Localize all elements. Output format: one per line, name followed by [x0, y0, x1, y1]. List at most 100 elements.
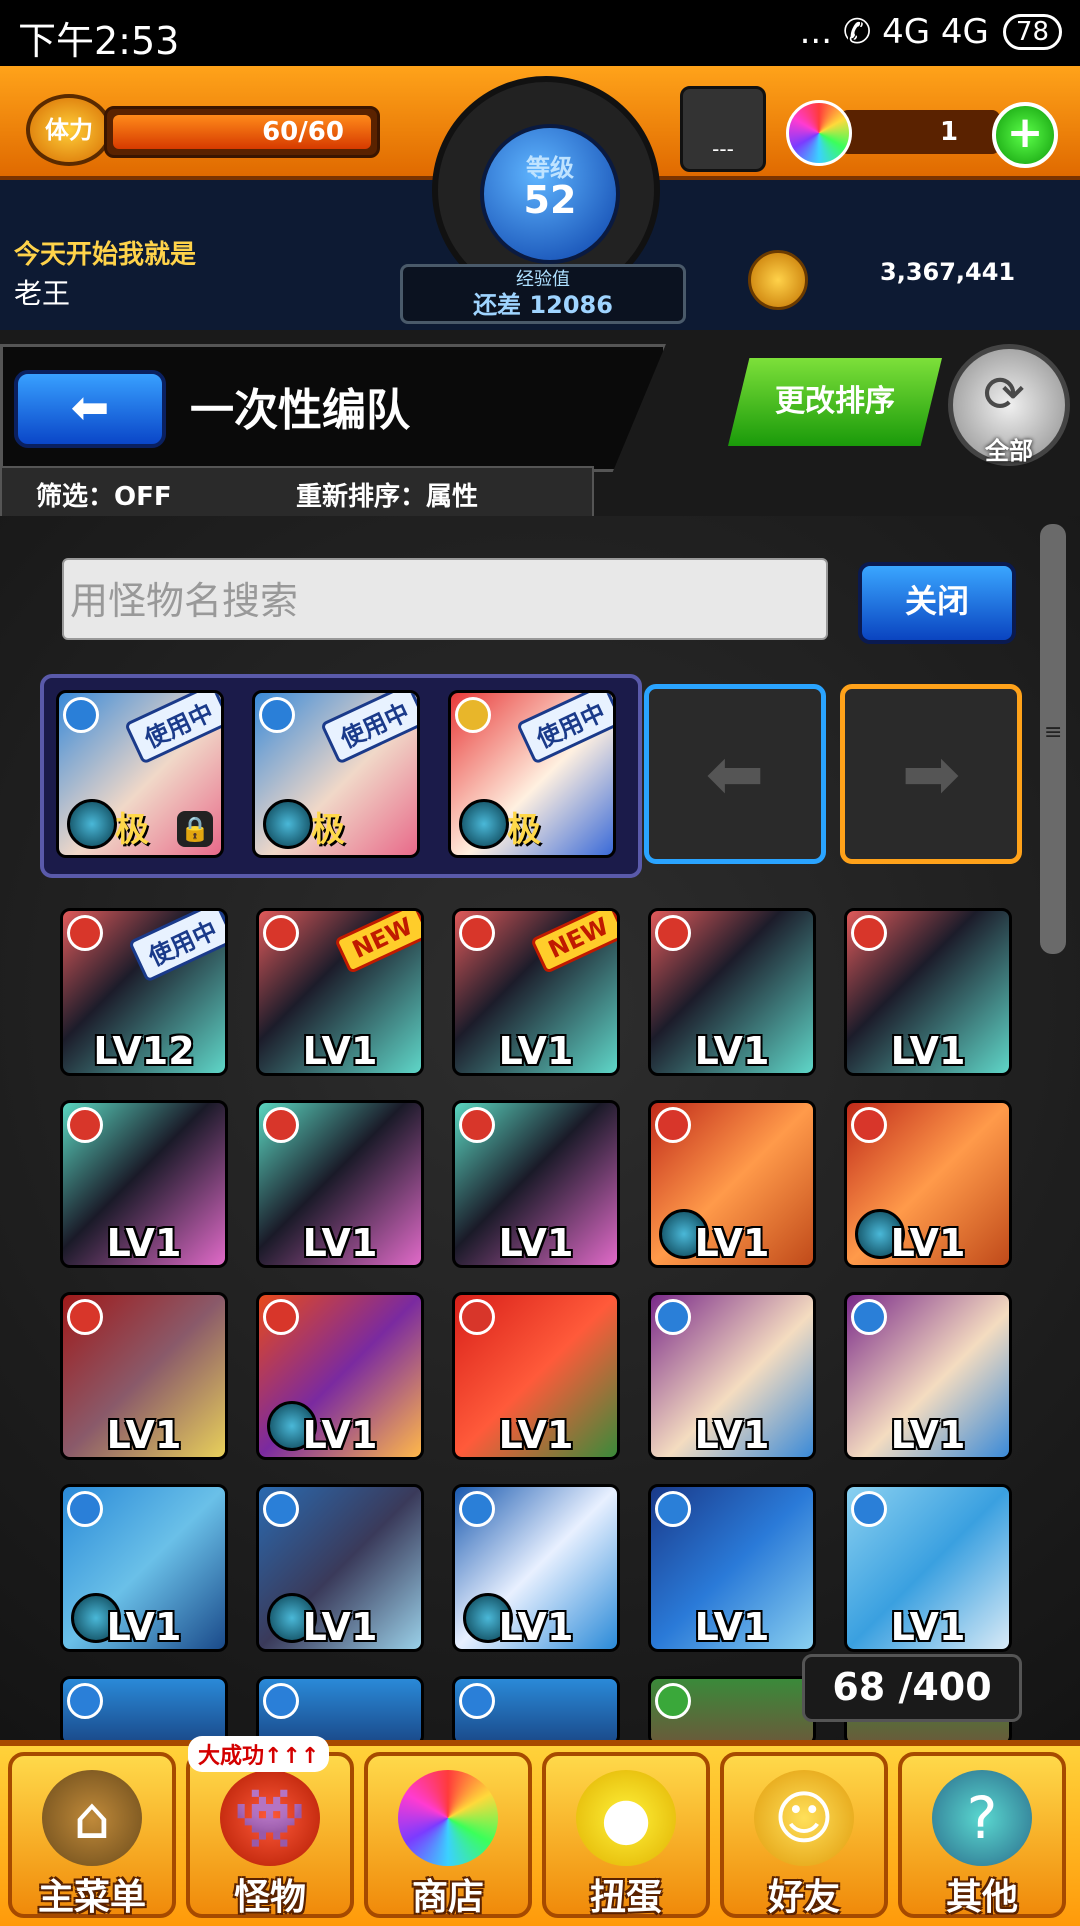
monster-card[interactable]: [648, 1676, 816, 1746]
reorder-button[interactable]: 更改排序: [728, 358, 942, 446]
all-button[interactable]: ⟳ 全部: [948, 344, 1070, 466]
gem-icon: [459, 799, 509, 849]
monster-level: LV1: [694, 1029, 770, 1073]
attribute-icon: [263, 915, 299, 951]
monster-level: LV1: [890, 1221, 966, 1265]
trophy-icon[interactable]: ---: [680, 86, 766, 172]
nav-item[interactable]: ⌂ 主菜单: [8, 1752, 176, 1918]
monster-level: LV1: [694, 1221, 770, 1265]
in-use-badge: 使用中: [124, 693, 221, 765]
orb-count: 1: [940, 117, 959, 147]
back-button[interactable]: ⬅: [14, 370, 166, 448]
monster-level: LV1: [498, 1221, 574, 1265]
stamina-icon: 体力: [26, 94, 112, 166]
evolution-mark: 极: [311, 810, 345, 850]
monster-card[interactable]: LV1: [844, 1484, 1012, 1652]
monster-card[interactable]: 使用中 LV12: [60, 908, 228, 1076]
nav-item[interactable]: 👾 怪物 大成功↑↑↑: [186, 1736, 354, 1918]
nav-item[interactable]: ● 扭蛋: [542, 1752, 710, 1918]
search-input[interactable]: 用怪物名搜索: [62, 558, 828, 640]
team-monster-card[interactable]: 使用中极: [448, 690, 616, 858]
status-indicators: ... ✆ 4G 4G 78: [800, 12, 1062, 52]
new-badge: NEW: [334, 911, 421, 975]
remove-slot-button[interactable]: ⬅: [644, 684, 826, 864]
battery-icon: 78: [1002, 14, 1062, 50]
scrollbar[interactable]: ≡: [1040, 524, 1066, 954]
monster-card[interactable]: [452, 1676, 620, 1746]
attribute-icon: [459, 915, 495, 951]
attribute-icon: [851, 1107, 887, 1143]
team-monster-card[interactable]: 使用中极 🔒: [56, 690, 224, 858]
monster-level: LV1: [694, 1605, 770, 1649]
nav-item[interactable]: 商店: [364, 1752, 532, 1918]
nav-label: 扭蛋: [589, 1877, 662, 1918]
coin-icon: [748, 250, 808, 310]
attribute-icon: [851, 915, 887, 951]
nav-label: 主菜单: [37, 1877, 146, 1918]
egg-icon: ●: [576, 1770, 676, 1866]
evolution-mark: 极: [115, 810, 149, 850]
slot-arrow-left-icon: ⬅: [705, 733, 765, 815]
monster-card[interactable]: LV1: [844, 1292, 1012, 1460]
attribute-icon: [67, 1683, 103, 1719]
attribute-icon: [67, 1491, 103, 1527]
monster-card[interactable]: LV1: [60, 1292, 228, 1460]
monster-card[interactable]: LV1: [648, 1100, 816, 1268]
add-slot-button[interactable]: ➡: [840, 684, 1022, 864]
attribute-icon: [263, 1107, 299, 1143]
status-bar: 下午2:53 ... ✆ 4G 4G 78: [0, 0, 1080, 66]
evolution-mark: 极: [507, 810, 541, 850]
attribute-icon: [655, 1107, 691, 1143]
attribute-icon: [259, 697, 295, 733]
buy-orb-button[interactable]: +: [992, 102, 1058, 168]
monster-card[interactable]: LV1: [256, 1484, 424, 1652]
monster-level: LV1: [694, 1413, 770, 1457]
filter-toggle[interactable]: 筛选：OFF: [36, 476, 172, 513]
monster-card[interactable]: LV1: [648, 1292, 816, 1460]
monster-card[interactable]: LV1: [452, 1484, 620, 1652]
title-bar: ⬅ 一次性编队 筛选：OFF 重新排序：属性 更改排序 ⟳ 全部: [0, 344, 1080, 520]
player-title: 今天开始我就是: [14, 240, 197, 270]
in-use-badge: 使用中: [320, 693, 417, 765]
orb-bar: [840, 110, 1000, 154]
monster-level: LV1: [106, 1221, 182, 1265]
all-label: 全部: [985, 437, 1033, 465]
monster-level: LV1: [302, 1605, 378, 1649]
monster-level: LV1: [302, 1413, 378, 1457]
monster-level: LV1: [890, 1413, 966, 1457]
monster-card[interactable]: LV1: [844, 1100, 1012, 1268]
monster-level: LV1: [498, 1029, 574, 1073]
castle-gate-icon: ⌂: [42, 1770, 142, 1866]
monster-card[interactable]: LV1: [60, 1100, 228, 1268]
monster-card[interactable]: LV1: [452, 1100, 620, 1268]
monster-card[interactable]: LV1: [60, 1484, 228, 1652]
sort-toggle[interactable]: 重新排序：属性: [296, 476, 478, 513]
monster-level: LV1: [106, 1605, 182, 1649]
attribute-icon: [655, 915, 691, 951]
attribute-icon: [67, 1299, 103, 1335]
slot-arrow-right-icon: ➡: [901, 733, 961, 815]
monster-card[interactable]: LV1: [648, 1484, 816, 1652]
rainbow-orb-icon: [786, 100, 852, 166]
monster-card[interactable]: NEW LV1: [256, 908, 424, 1076]
player-name: 老王: [14, 277, 71, 310]
nav-item[interactable]: ? 其他: [898, 1752, 1066, 1918]
exp-remaining: 还差 12086: [473, 291, 613, 319]
monster-card[interactable]: LV1: [256, 1292, 424, 1460]
nav-item[interactable]: ☺ 好友: [720, 1752, 888, 1918]
monster-card[interactable]: LV1: [844, 908, 1012, 1076]
monster-level: LV1: [498, 1605, 574, 1649]
scroll-handle-icon[interactable]: ≡: [1044, 720, 1062, 750]
player-header: 体力 60/60 等级 52 经验值 还差 12086 --- 1 + 今天开始…: [0, 66, 1080, 330]
monster-card[interactable]: LV1: [648, 908, 816, 1076]
close-search-button[interactable]: 关闭: [858, 562, 1016, 644]
nav-label: 商店: [411, 1877, 484, 1918]
attribute-icon: [263, 1491, 299, 1527]
monster-card[interactable]: LV1: [256, 1100, 424, 1268]
team-slots: 使用中极 🔒 使用中极使用中极: [40, 674, 642, 878]
team-monster-card[interactable]: 使用中极: [252, 690, 420, 858]
new-badge: NEW: [530, 911, 617, 975]
monster-card[interactable]: LV1: [452, 1292, 620, 1460]
monster-card[interactable]: NEW LV1: [452, 908, 620, 1076]
attribute-icon: [459, 1299, 495, 1335]
